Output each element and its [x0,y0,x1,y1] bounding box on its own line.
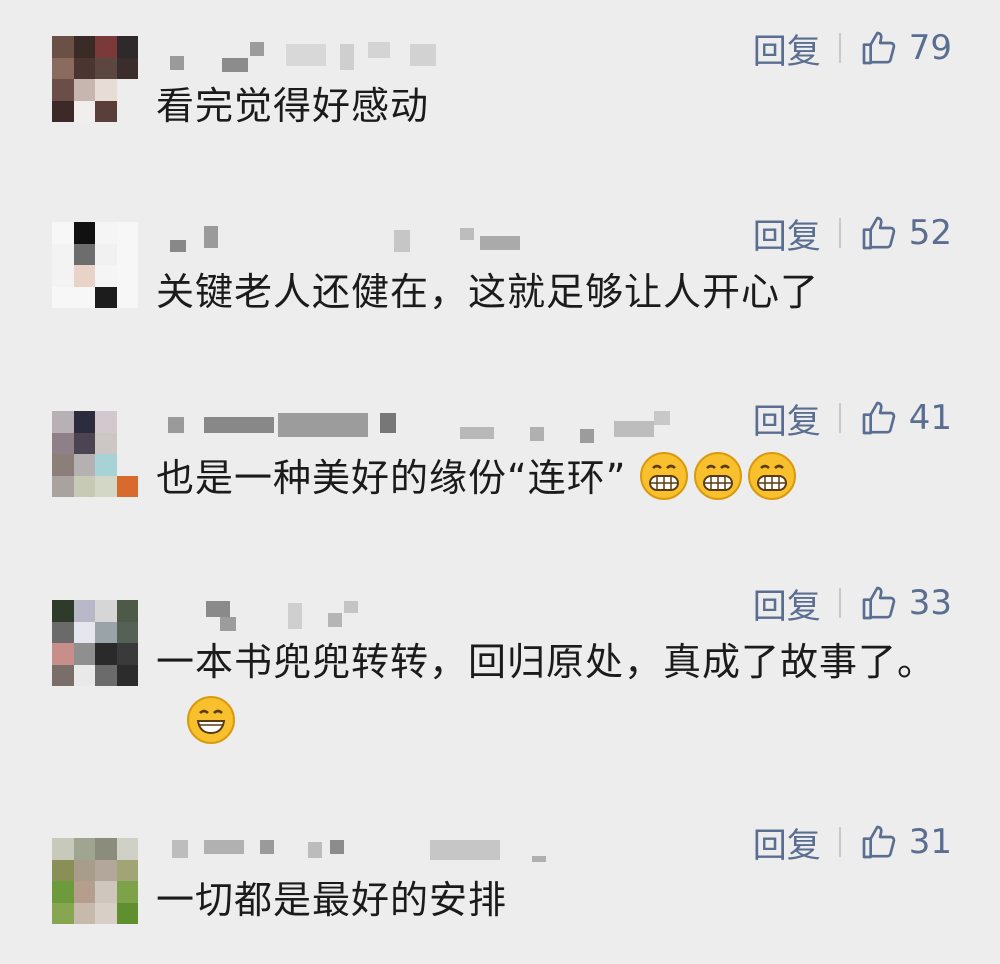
grinning-face-emoji [187,696,235,744]
divider [838,33,841,63]
reply-button[interactable]: 回复 [753,24,821,73]
comment-actions: 回复 52 [753,213,952,257]
nickname-blurred [160,224,560,264]
comment-text: 关键老人还健在，这就足够让人开心了 [156,270,820,314]
comment-text: 一切都是最好的安排 [156,878,508,922]
avatar[interactable] [52,222,138,308]
avatar[interactable] [52,600,138,686]
like-button[interactable]: 79 [859,28,952,68]
grinning-face-emoji [748,452,797,500]
thumbs-up-icon [862,31,895,65]
avatar[interactable] [52,36,138,122]
like-count: 33 [908,583,952,623]
comment-actions: 回复 31 [753,822,952,866]
reply-button[interactable]: 回复 [753,209,821,258]
thumbs-up-icon [862,825,895,859]
comment-text: 一本书兜兜转转，回归原处，真成了故事了。 [156,632,956,752]
like-button[interactable]: 31 [859,822,952,862]
divider [838,827,841,857]
avatar[interactable] [52,411,138,497]
thumbs-up-icon [862,586,895,620]
like-count: 52 [908,213,952,253]
comment-actions: 回复 33 [753,583,952,627]
like-count: 79 [908,28,952,68]
like-count: 41 [908,398,952,438]
nickname-blurred [160,38,460,78]
avatar[interactable] [52,838,138,924]
like-button[interactable]: 52 [859,213,952,253]
comment-text: 看完觉得好感动 [156,84,430,128]
nickname-blurred [160,597,460,637]
divider [838,588,841,618]
grinning-face-emoji [694,452,743,500]
divider [838,218,841,248]
nickname-blurred [160,407,680,447]
comment-actions: 回复 41 [753,398,952,442]
reply-button[interactable]: 回复 [753,579,821,628]
divider [838,403,841,433]
like-count: 31 [908,822,952,862]
like-button[interactable]: 33 [859,583,952,623]
grinning-face-emoji [640,452,689,500]
reply-button[interactable]: 回复 [753,394,821,443]
thumbs-up-icon [862,401,895,435]
like-button[interactable]: 41 [859,398,952,438]
thumbs-up-icon [862,216,895,250]
reply-button[interactable]: 回复 [753,818,821,867]
comment-actions: 回复 79 [753,28,952,72]
comment-text: 也是一种美好的缘份“连环” [156,448,946,508]
